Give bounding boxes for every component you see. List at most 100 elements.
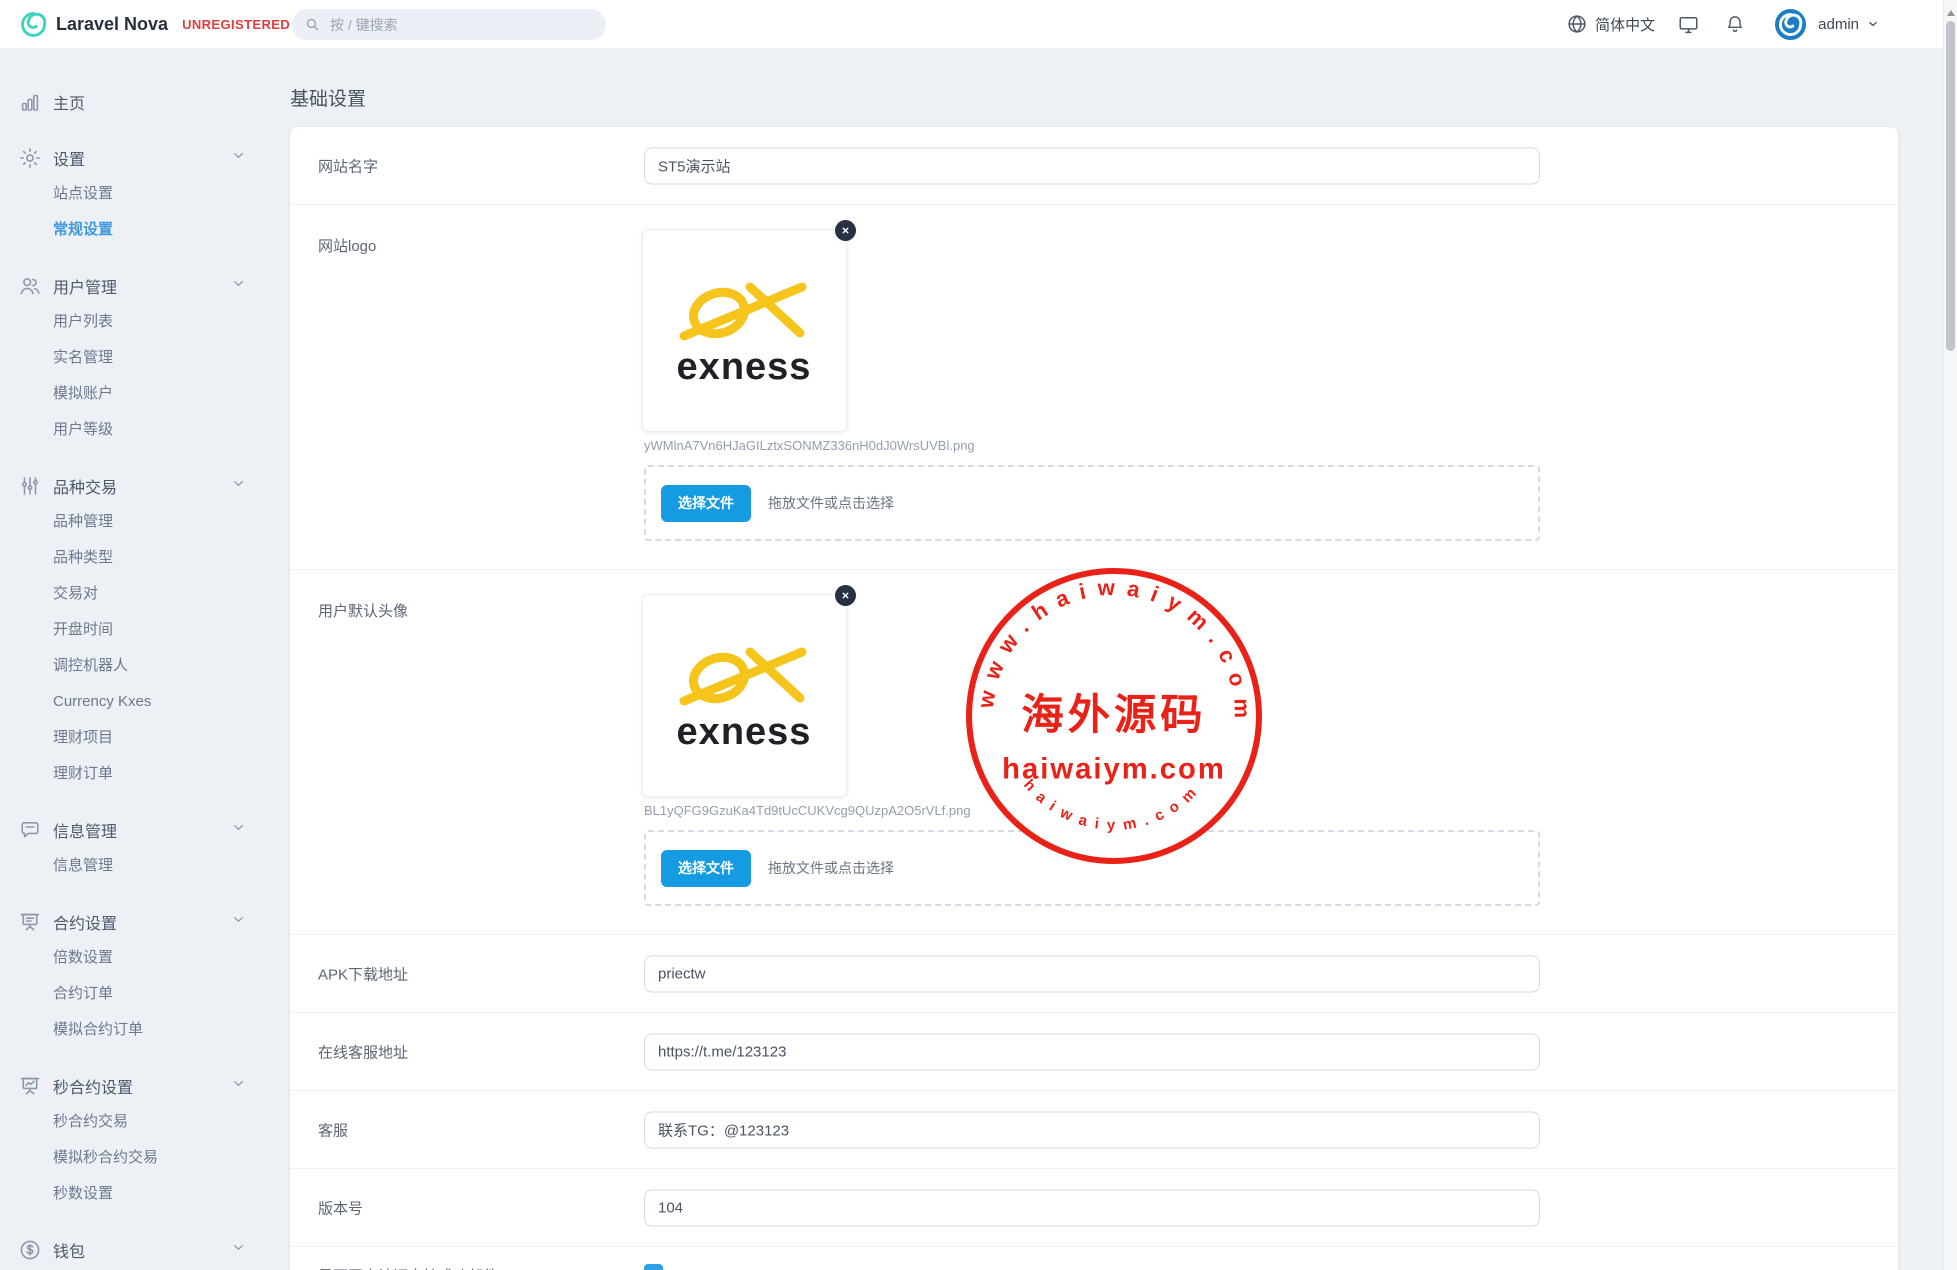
form-field-label: 网站名字 (318, 155, 378, 176)
form-field-label: 网站logo (318, 235, 376, 256)
sidebar-section-toggle[interactable]: 用户管理 (0, 268, 268, 304)
file-dropzone[interactable]: 选择文件 拖放文件或点击选择 (644, 465, 1540, 541)
form-text-input[interactable] (644, 147, 1540, 184)
image-filename: BL1yQFG9GzuKa4Td9tUcCUKVcg9QUzpA2O5rVLf.… (644, 803, 971, 818)
language-switcher[interactable]: 简体中文 (1566, 13, 1655, 35)
sidebar-item[interactable]: 信息管理 (0, 848, 268, 884)
choose-file-button[interactable]: 选择文件 (661, 850, 751, 887)
choose-file-button[interactable]: 选择文件 (661, 485, 751, 522)
image-preview: exness (642, 229, 847, 432)
chevron-down-icon (231, 912, 246, 932)
sidebar-item[interactable]: 品种类型 (0, 540, 268, 576)
scrollbar-thumb[interactable] (1946, 21, 1955, 351)
sidebar-item[interactable]: 模拟秒合约交易 (0, 1140, 268, 1176)
sidebar-item[interactable]: 合约订单 (0, 976, 268, 1012)
form-text-input[interactable] (644, 1111, 1540, 1148)
sidebar-item[interactable]: 用户等级 (0, 412, 268, 448)
chevron-down-icon (231, 276, 246, 296)
sidebar-section-toggle[interactable]: 信息管理 (0, 812, 268, 848)
sidebar-item[interactable]: 模拟合约订单 (0, 1012, 268, 1048)
form-text-input[interactable] (644, 1189, 1540, 1226)
sidebar-item[interactable]: 模拟账户 (0, 376, 268, 412)
sidebar-section-toggle[interactable]: 设置 (0, 140, 268, 176)
sidebar-section: 信息管理 信息管理 (0, 812, 268, 884)
sidebar: 主页 设置 站点设置常规设置 用户管理 用户列表实名管理模拟账户用户等级 品种交… (0, 48, 268, 1268)
chevron-down-icon[interactable] (1866, 17, 1880, 31)
sidebar-item[interactable]: 实名管理 (0, 340, 268, 376)
board-icon (18, 910, 42, 934)
chevron-down-icon (231, 476, 246, 496)
sliders-icon (18, 474, 42, 498)
form-field-label: 用户默认头像 (318, 600, 408, 621)
remove-image-button[interactable] (835, 585, 856, 606)
chevron-down-icon (231, 148, 246, 168)
top-header: Laravel Nova UNREGISTERED 按 / 键搜索 简体中文 (0, 0, 1957, 48)
sidebar-item[interactable]: Currency Kxes (0, 684, 268, 720)
scrollbar-up-arrow[interactable] (1947, 6, 1955, 16)
sidebar-section-toggle[interactable]: 秒合约设置 (0, 1068, 268, 1104)
sidebar-section: 设置 站点设置常规设置 (0, 140, 268, 248)
sidebar-item[interactable]: 秒数设置 (0, 1176, 268, 1212)
sidebar-section: 秒合约设置 秒合约交易模拟秒合约交易秒数设置 (0, 1068, 268, 1212)
sidebar-section-label: 品种交易 (53, 474, 231, 498)
page-title: 基础设置 (290, 84, 366, 111)
form-field-label: APK下载地址 (318, 963, 408, 984)
sidebar-section-label: 信息管理 (53, 818, 231, 842)
settings-form-card: 网站名字 网站logo exness yWMlnA7Vn6HJaGILztxSO… (290, 127, 1898, 1270)
image-filename: yWMlnA7Vn6HJaGILztxSONMZ336nH0dJ0WrsUVBl… (644, 438, 975, 453)
sidebar-section-label: 主页 (53, 90, 246, 114)
dropzone-hint: 拖放文件或点击选择 (768, 858, 894, 878)
sidebar-section-toggle[interactable]: 主页 (0, 84, 268, 120)
form-row-image: 网站logo exness yWMlnA7Vn6HJaGILztxSONMZ33… (290, 204, 1898, 569)
search-icon (304, 16, 321, 33)
globe-icon (1566, 13, 1588, 35)
gear-icon (18, 146, 42, 170)
sidebar-item-active[interactable]: 常规设置 (0, 212, 268, 248)
form-row: 客服 (290, 1090, 1898, 1168)
brand-name: Laravel Nova (56, 14, 168, 35)
user-avatar[interactable] (1774, 8, 1807, 41)
form-row: 版本号 (290, 1168, 1898, 1246)
sidebar-section-toggle[interactable]: 品种交易 (0, 468, 268, 504)
form-field-label: 客服 (318, 1119, 348, 1140)
form-row: 网站名字 (290, 127, 1898, 204)
sidebar-item[interactable]: 理财项目 (0, 720, 268, 756)
sidebar-item[interactable]: 倍数设置 (0, 940, 268, 976)
global-search[interactable]: 按 / 键搜索 (292, 9, 606, 40)
form-text-input[interactable] (644, 955, 1540, 992)
sidebar-section-toggle[interactable]: 钱包 (0, 1232, 268, 1268)
form-text-input[interactable] (644, 1033, 1540, 1070)
remove-image-button[interactable] (835, 220, 856, 241)
dropzone-hint: 拖放文件或点击选择 (768, 493, 894, 513)
form-row: 在线客服地址 (290, 1012, 1898, 1090)
sidebar-item[interactable]: 用户列表 (0, 304, 268, 340)
chevron-down-icon (231, 1076, 246, 1096)
sidebar-section-label: 秒合约设置 (53, 1074, 231, 1098)
sidebar-section-label: 用户管理 (53, 274, 231, 298)
form-row-checkbox: 是否开启认证审核成功邮件 (290, 1246, 1898, 1270)
sidebar-section-toggle[interactable]: 合约设置 (0, 904, 268, 940)
notifications-button[interactable] (1724, 13, 1746, 35)
sidebar-section: 主页 (0, 84, 268, 120)
form-field-label: 版本号 (318, 1197, 363, 1218)
license-badge: UNREGISTERED (182, 17, 290, 32)
sidebar-item[interactable]: 调控机器人 (0, 648, 268, 684)
bell-icon (1724, 13, 1746, 35)
sidebar-item[interactable]: 理财订单 (0, 756, 268, 792)
sidebar-item[interactable]: 站点设置 (0, 176, 268, 212)
sidebar-item[interactable]: 开盘时间 (0, 612, 268, 648)
checkbox-checked[interactable] (644, 1264, 663, 1270)
exness-logo-image: exness (643, 230, 846, 431)
sidebar-item[interactable]: 秒合约交易 (0, 1104, 268, 1140)
sidebar-section: 钱包 (0, 1232, 268, 1268)
dollar-icon (18, 1238, 42, 1262)
app-window: Laravel Nova UNREGISTERED 按 / 键搜索 简体中文 (0, 0, 1957, 1270)
sidebar-item[interactable]: 交易对 (0, 576, 268, 612)
sidebar-item[interactable]: 品种管理 (0, 504, 268, 540)
sidebar-section-label: 设置 (53, 146, 231, 170)
sidebar-section-label: 钱包 (53, 1238, 231, 1262)
file-dropzone[interactable]: 选择文件 拖放文件或点击选择 (644, 830, 1540, 906)
svg-text:exness: exness (677, 346, 812, 388)
display-mode-button[interactable] (1677, 13, 1700, 36)
user-menu[interactable]: admin (1818, 16, 1859, 33)
